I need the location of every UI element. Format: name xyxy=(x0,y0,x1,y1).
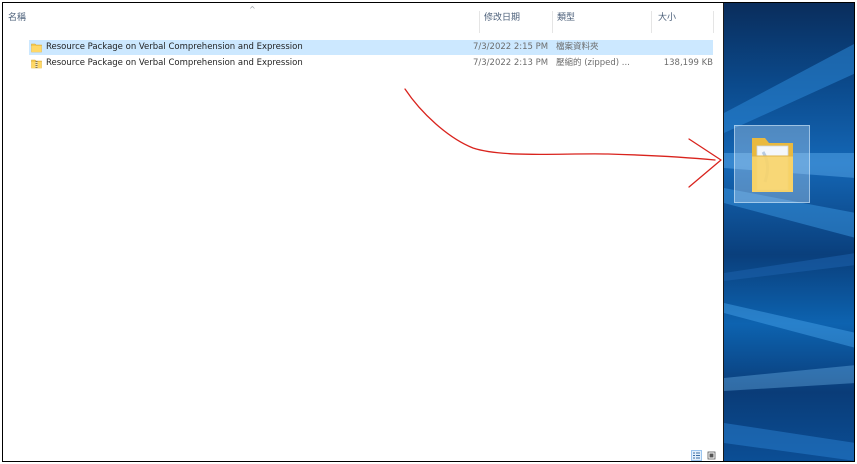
wallpaper-light-beams xyxy=(724,44,854,461)
desktop-wallpaper xyxy=(724,3,854,461)
sort-up-icon: ^ xyxy=(249,5,256,14)
file-name: Resource Package on Verbal Comprehension… xyxy=(46,58,303,68)
column-header-date[interactable]: 修改日期 xyxy=(484,3,520,33)
file-explorer-pane: 名稱 ^ 修改日期 類型 大小 Resource Package on Verb… xyxy=(3,3,724,461)
zip-folder-icon xyxy=(31,59,42,69)
folder-icon xyxy=(752,138,793,192)
file-row-folder[interactable]: Resource Package on Verbal Comprehension… xyxy=(29,40,713,55)
column-divider[interactable] xyxy=(479,11,480,33)
file-type: 壓縮的 (zipped) ... xyxy=(556,58,630,68)
large-icons-view-icon[interactable] xyxy=(706,450,717,461)
column-divider[interactable] xyxy=(552,11,553,33)
column-header-bar: 名稱 ^ 修改日期 類型 大小 xyxy=(3,3,723,33)
folder-icon xyxy=(31,43,42,53)
details-view-icon[interactable] xyxy=(691,450,702,461)
file-name: Resource Package on Verbal Comprehension… xyxy=(46,42,303,52)
file-date: 7/3/2022 2:15 PM xyxy=(473,42,549,52)
column-header-type[interactable]: 類型 xyxy=(557,3,575,33)
file-size: 138,199 KB xyxy=(663,58,713,68)
file-type: 檔案資料夾 xyxy=(556,42,599,52)
file-row-zip[interactable]: Resource Package on Verbal Comprehension… xyxy=(29,56,713,71)
screenshot-frame: 名稱 ^ 修改日期 類型 大小 Resource Package on Verb… xyxy=(2,2,855,462)
column-header-name[interactable]: 名稱 xyxy=(8,3,26,33)
column-divider[interactable] xyxy=(713,11,714,33)
desktop-folder-item[interactable] xyxy=(734,125,810,203)
view-toggle-group xyxy=(691,450,719,461)
column-header-size[interactable]: 大小 xyxy=(658,3,676,33)
column-divider[interactable] xyxy=(651,11,652,33)
file-date: 7/3/2022 2:13 PM xyxy=(473,58,549,68)
